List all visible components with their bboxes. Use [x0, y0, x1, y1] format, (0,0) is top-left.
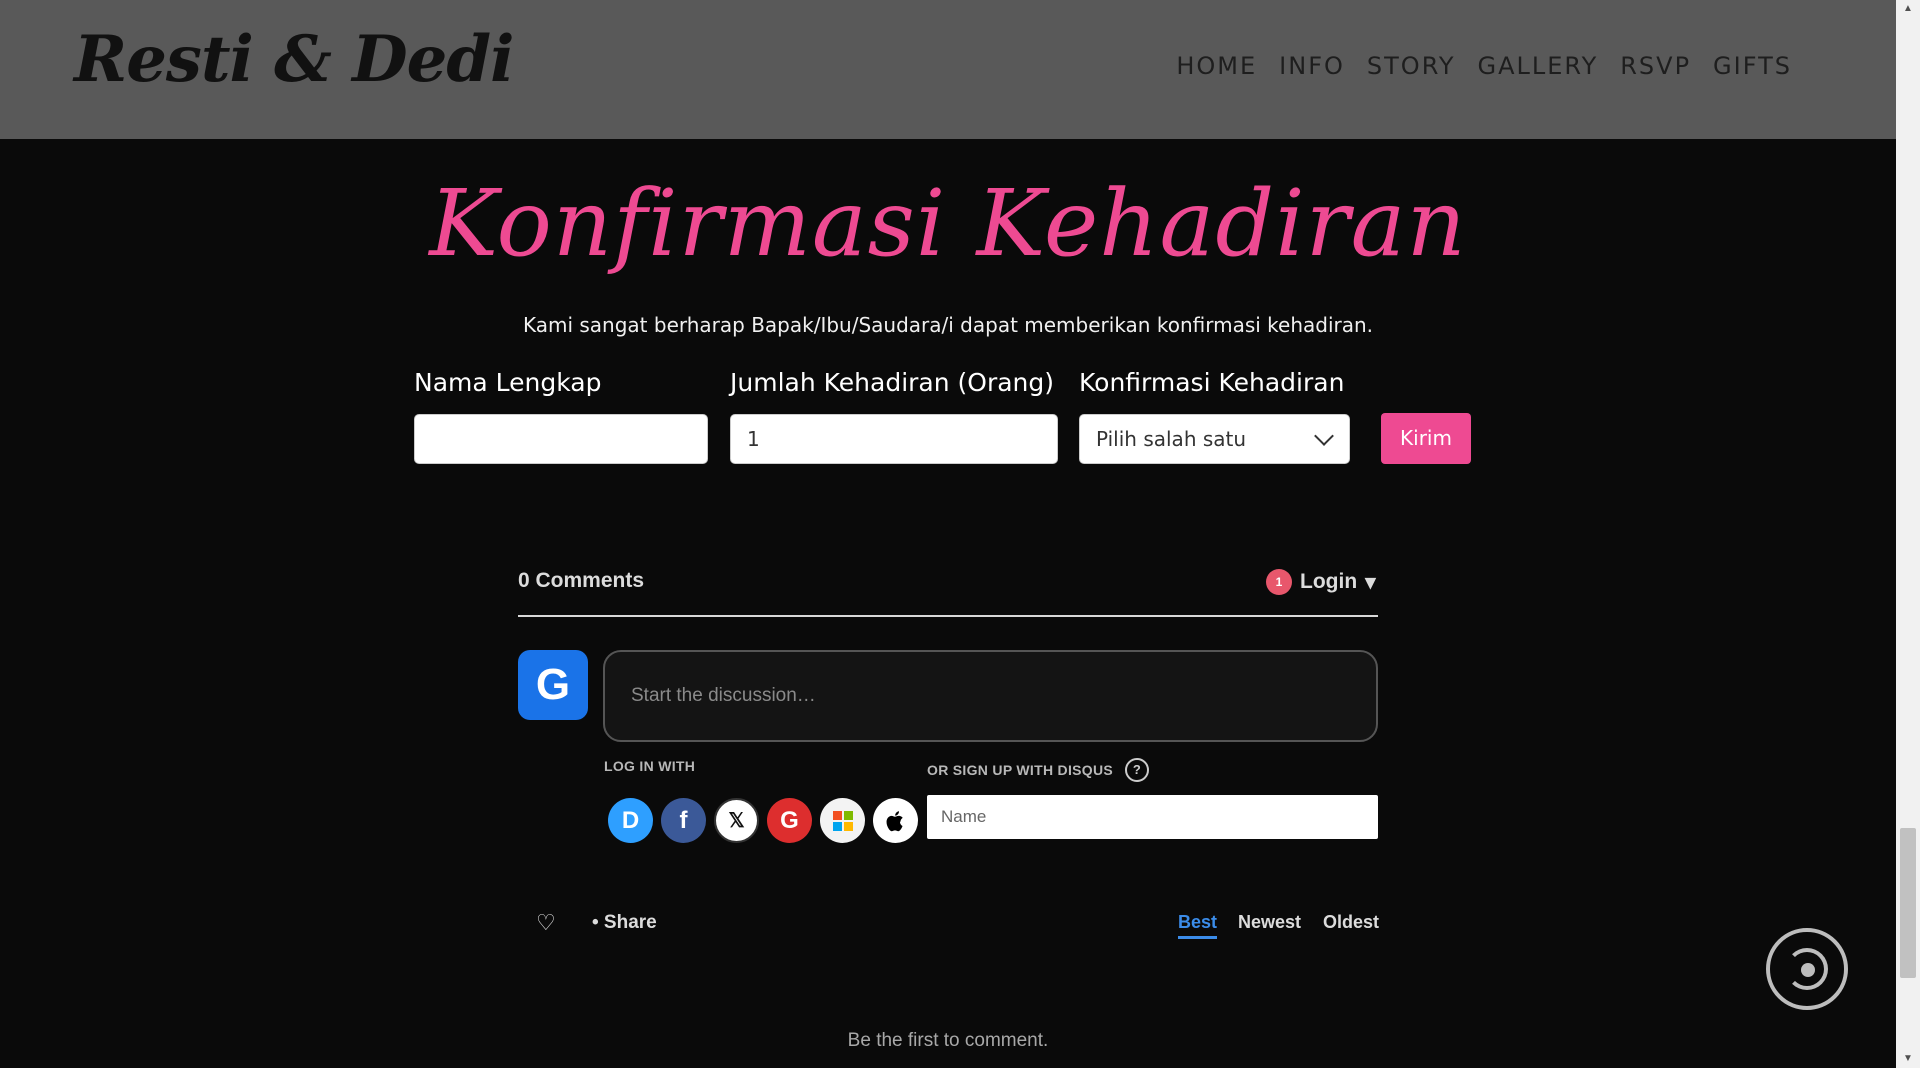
nav-gallery[interactable]: GALLERY: [1478, 52, 1599, 80]
scroll-down-icon[interactable]: ▼: [1896, 1050, 1920, 1068]
disqus-login-icon[interactable]: D: [608, 798, 653, 843]
share-button[interactable]: • Share: [592, 912, 657, 934]
login-label[interactable]: Login: [1300, 570, 1357, 594]
count-label: Jumlah Kehadiran (Orang): [730, 368, 1055, 397]
x-login-icon[interactable]: 𝕏: [714, 798, 759, 843]
divider: [518, 615, 1378, 617]
apple-login-icon[interactable]: [873, 798, 918, 843]
notification-badge[interactable]: 1: [1266, 569, 1292, 595]
nav-gifts[interactable]: GIFTS: [1713, 52, 1792, 80]
empty-comments-message: Be the first to comment.: [847, 1030, 1049, 1051]
name-field[interactable]: Name: [927, 795, 1378, 839]
confirm-label: Konfirmasi Kehadiran: [1079, 368, 1345, 397]
comment-count[interactable]: 0 Comments: [518, 569, 644, 593]
main-nav: HOME INFO STORY GALLERY RSVP GIFTS: [1176, 52, 1792, 80]
scroll-thumb[interactable]: [1900, 828, 1916, 978]
site-header: Resti & Dedi HOME INFO STORY GALLERY RSV…: [0, 0, 1896, 139]
name-input[interactable]: [414, 414, 708, 464]
nav-info[interactable]: INFO: [1279, 52, 1345, 80]
microsoft-logo: [832, 810, 853, 831]
submit-button[interactable]: Kirim: [1381, 413, 1471, 464]
confirm-select[interactable]: Pilih salah satu: [1079, 414, 1350, 464]
microsoft-login-icon[interactable]: [820, 798, 865, 843]
nav-story[interactable]: STORY: [1367, 52, 1456, 80]
scroll-up-icon[interactable]: ▲: [1896, 0, 1920, 18]
google-login-icon[interactable]: G: [767, 798, 812, 843]
signup-label: OR SIGN UP WITH DISQUS: [927, 762, 1114, 778]
sort-newest-tab[interactable]: Newest: [1238, 912, 1301, 933]
name-label: Nama Lengkap: [414, 368, 602, 397]
sort-oldest-tab[interactable]: Oldest: [1323, 912, 1379, 933]
avatar: G: [518, 650, 588, 720]
rsvp-title: Konfirmasi Kehadiran: [429, 170, 1467, 277]
caret-down-icon: ▾: [1365, 570, 1376, 594]
nav-rsvp[interactable]: RSVP: [1620, 52, 1691, 80]
apple-logo: [886, 810, 903, 831]
brand-logo[interactable]: Resti & Dedi: [74, 22, 514, 97]
facebook-login-icon[interactable]: f: [661, 798, 706, 843]
confirm-select-value: Pilih salah satu: [1096, 427, 1247, 451]
login-menu[interactable]: 1 Login ▾: [1266, 569, 1376, 595]
heart-icon[interactable]: ♡: [536, 910, 556, 936]
scrollbar[interactable]: ▲ ▼: [1896, 0, 1920, 1068]
login-with-label: LOG IN WITH: [604, 758, 696, 774]
disc-center: [1801, 963, 1815, 977]
signup-label-row: OR SIGN UP WITH DISQUS ?: [927, 758, 1150, 782]
nav-home[interactable]: HOME: [1176, 52, 1257, 80]
social-login-providers: D f 𝕏 G: [608, 798, 918, 843]
rsvp-subtitle: Kami sangat berharap Bapak/Ibu/Saudara/i…: [522, 313, 1374, 337]
audio-disc-icon[interactable]: [1766, 928, 1848, 1010]
chevron-down-icon: [1314, 426, 1334, 446]
count-input[interactable]: 1: [730, 414, 1058, 464]
comment-textarea[interactable]: Start the discussion…: [603, 650, 1378, 742]
help-icon[interactable]: ?: [1125, 758, 1150, 782]
sort-best-tab[interactable]: Best: [1178, 912, 1218, 939]
